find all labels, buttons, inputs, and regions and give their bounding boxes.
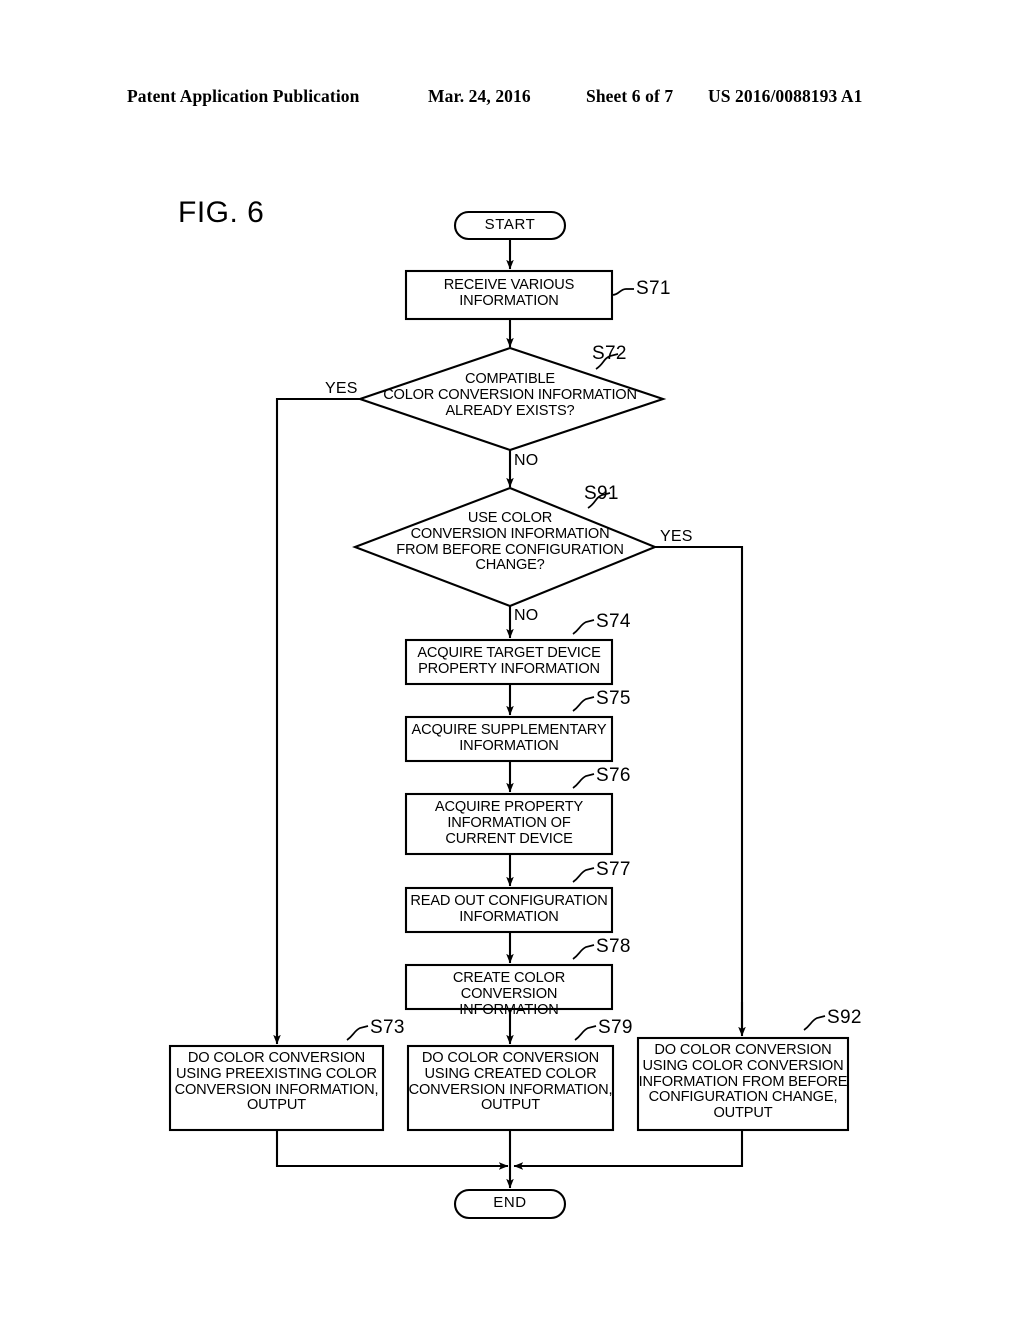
leader-s72 (595, 353, 619, 370)
leader-s91 (587, 492, 611, 509)
leader-s71 (611, 288, 634, 296)
node-start-shape (453, 210, 567, 241)
node-s78-shape (404, 963, 614, 1011)
node-s91-shape (352, 486, 658, 608)
leader-s77 (572, 867, 595, 883)
node-s79-shape (406, 1044, 615, 1132)
leader-s78 (572, 944, 595, 960)
node-end-shape (453, 1188, 567, 1220)
leader-s79 (574, 1025, 597, 1041)
flowchart-canvas (168, 210, 850, 1220)
leader-s75 (572, 696, 595, 712)
flowchart-diagram: START RECEIVE VARIOUS INFORMATION S71 CO… (0, 0, 1024, 1320)
edge-s91-yes (655, 545, 744, 1028)
edge-s73-to-end (275, 1130, 498, 1168)
edge-s72-yes (275, 397, 360, 1036)
node-s71-shape (404, 269, 614, 321)
node-s73-shape (168, 1044, 385, 1132)
node-s76-shape (404, 792, 614, 856)
node-s77-shape (404, 886, 614, 934)
leader-s92 (803, 1015, 826, 1031)
node-s74-shape (404, 638, 614, 686)
leader-s73 (346, 1025, 369, 1041)
node-s92-shape (636, 1036, 850, 1132)
node-s72-shape (356, 346, 667, 452)
node-s75-shape (404, 715, 614, 763)
leader-s76 (572, 773, 595, 789)
leader-s74 (572, 619, 595, 635)
edge-s92-to-end (524, 1130, 744, 1168)
